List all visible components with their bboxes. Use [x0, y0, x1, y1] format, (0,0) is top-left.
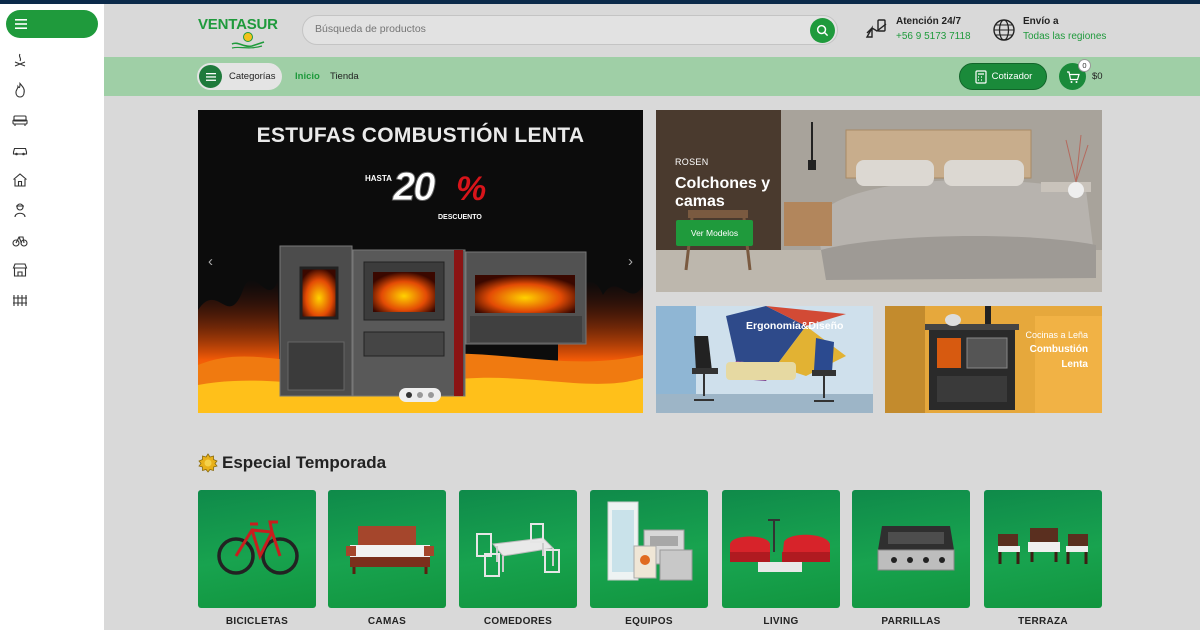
banner-cocinas[interactable]: Cocinas a Leña Combustión Lenta [885, 306, 1102, 413]
slider-pagination [399, 388, 441, 402]
hero-slider[interactable]: ESTUFAS COMBUSTIÓN LENTA HASTA 20 % DESC… [198, 110, 643, 413]
stoves-fire-scene [198, 245, 643, 413]
section-title-text: Especial Temporada [222, 453, 387, 472]
car-icon[interactable] [10, 140, 30, 160]
category-card-bicicletas[interactable] [198, 490, 316, 608]
campfire-icon[interactable] [10, 50, 30, 70]
categories-menu-icon [199, 65, 222, 88]
categories-label: Categorías [229, 71, 276, 82]
site-logo[interactable]: VENTASUR [198, 14, 280, 50]
dining-set-product-icon [476, 523, 560, 577]
banner-cocinas-title: Cocinas a Leña Combustión Lenta [1008, 328, 1088, 372]
category-label-parrillas[interactable]: PARRILLAS [852, 616, 970, 627]
shipping-title: Envío a [1023, 16, 1059, 27]
category-label-camas[interactable]: CAMAS [328, 616, 446, 627]
hamburger-icon [15, 19, 27, 29]
worker-icon[interactable] [10, 200, 30, 220]
categories-button[interactable]: Categorías [197, 63, 282, 90]
logo-text: VENTASUR [198, 16, 278, 33]
site-header: VENTASUR Atención 24/7 +56 9 5173 7118 E… [104, 4, 1200, 57]
hero-discount-symbol: % [456, 170, 487, 208]
bicycle-icon[interactable] [10, 230, 30, 250]
banner-cocinas-line1: Cocinas a Leña [1025, 330, 1088, 340]
attention-phone[interactable]: +56 9 5173 7118 [896, 29, 971, 45]
category-label-comedores[interactable]: COMEDORES [459, 616, 577, 627]
sofa-icon[interactable] [10, 110, 30, 130]
quote-label: Cotizador [991, 71, 1033, 82]
living-set-product-icon [730, 519, 830, 572]
hand-coin-logo-icon [231, 32, 265, 49]
house-icon[interactable] [10, 170, 30, 190]
globe-icon [993, 19, 1015, 41]
attention-title: Atención 24/7 [896, 16, 962, 27]
product-search [302, 15, 838, 45]
cart-count-badge: 0 [1078, 59, 1091, 72]
hero-discount-word: DESCUENTO [438, 214, 482, 221]
category-card-terraza[interactable] [984, 490, 1102, 608]
hero-discount-number: 20 [393, 165, 436, 210]
flame-icon[interactable] [10, 80, 30, 100]
nav-link-inicio[interactable]: Inicio [295, 71, 320, 82]
category-card-equipos[interactable] [590, 490, 708, 608]
category-label-terraza[interactable]: TERRAZA [984, 616, 1102, 627]
sidebar [0, 4, 104, 630]
storefront-icon[interactable] [10, 260, 30, 280]
shipping-info[interactable]: Envío a Todas las regiones [991, 15, 1106, 45]
slider-dot[interactable] [406, 392, 413, 398]
category-label-equipos[interactable]: EQUIPOS [590, 616, 708, 627]
banner-ergonomia-title: Ergonomía&Diseño [746, 320, 844, 332]
cart-icon [1066, 70, 1080, 83]
category-label-bicicletas[interactable]: BICICLETAS [198, 616, 316, 627]
category-card-camas[interactable] [328, 490, 446, 608]
calculator-icon [975, 69, 987, 84]
banner-title: Colchones y camas [675, 175, 771, 210]
banner-cocinas-line3: Lenta [1061, 359, 1088, 370]
hero-hasta-label: HASTA [365, 174, 392, 183]
search-input[interactable] [315, 23, 795, 35]
attention-contact[interactable]: Atención 24/7 +56 9 5173 7118 [864, 15, 971, 45]
sidebar-menu-button[interactable] [6, 10, 98, 38]
search-icon [816, 24, 829, 37]
banner-brand: ROSEN [675, 157, 709, 167]
sun-badge-icon [198, 453, 218, 473]
category-label-living[interactable]: LIVING [722, 616, 840, 627]
search-button[interactable] [810, 18, 835, 43]
sidebar-category-icons [10, 50, 30, 320]
bicycle-product-icon [217, 520, 299, 575]
banner-cocinas-line2: Combustión [1029, 344, 1088, 355]
nav-link-tienda[interactable]: Tienda [330, 71, 359, 82]
grill-product-icon [877, 526, 955, 571]
quote-button[interactable]: Cotizador [959, 63, 1047, 90]
hero-title: ESTUFAS COMBUSTIÓN LENTA [256, 124, 585, 147]
slider-dot[interactable] [427, 392, 434, 398]
ver-modelos-button[interactable]: Ver Modelos [676, 220, 753, 246]
main-navbar: Categorías Inicio Tienda Cotizador 0 $0 [104, 57, 1200, 96]
banner-ergonomia[interactable]: Ergonomía&Diseño [656, 306, 873, 413]
banner-colchones[interactable]: ROSEN Colchones y camas Ver Modelos [656, 110, 1102, 292]
shipping-region[interactable]: Todas las regiones [1023, 29, 1106, 45]
chevron-right-icon[interactable]: › [628, 253, 633, 270]
chevron-left-icon[interactable]: ‹ [208, 253, 213, 270]
fence-icon[interactable] [10, 290, 30, 310]
cart-total: $0 [1092, 71, 1103, 82]
slider-dot[interactable] [416, 392, 423, 398]
terrace-set-product-icon [998, 528, 1088, 564]
section-title: Especial Temporada [198, 453, 386, 473]
category-card-living[interactable] [722, 490, 840, 608]
category-card-comedores[interactable] [459, 490, 577, 608]
equipment-product-icon [607, 501, 693, 581]
bed-product-icon [346, 526, 434, 574]
phone-hand-icon [865, 19, 887, 38]
category-card-parrillas[interactable] [852, 490, 970, 608]
